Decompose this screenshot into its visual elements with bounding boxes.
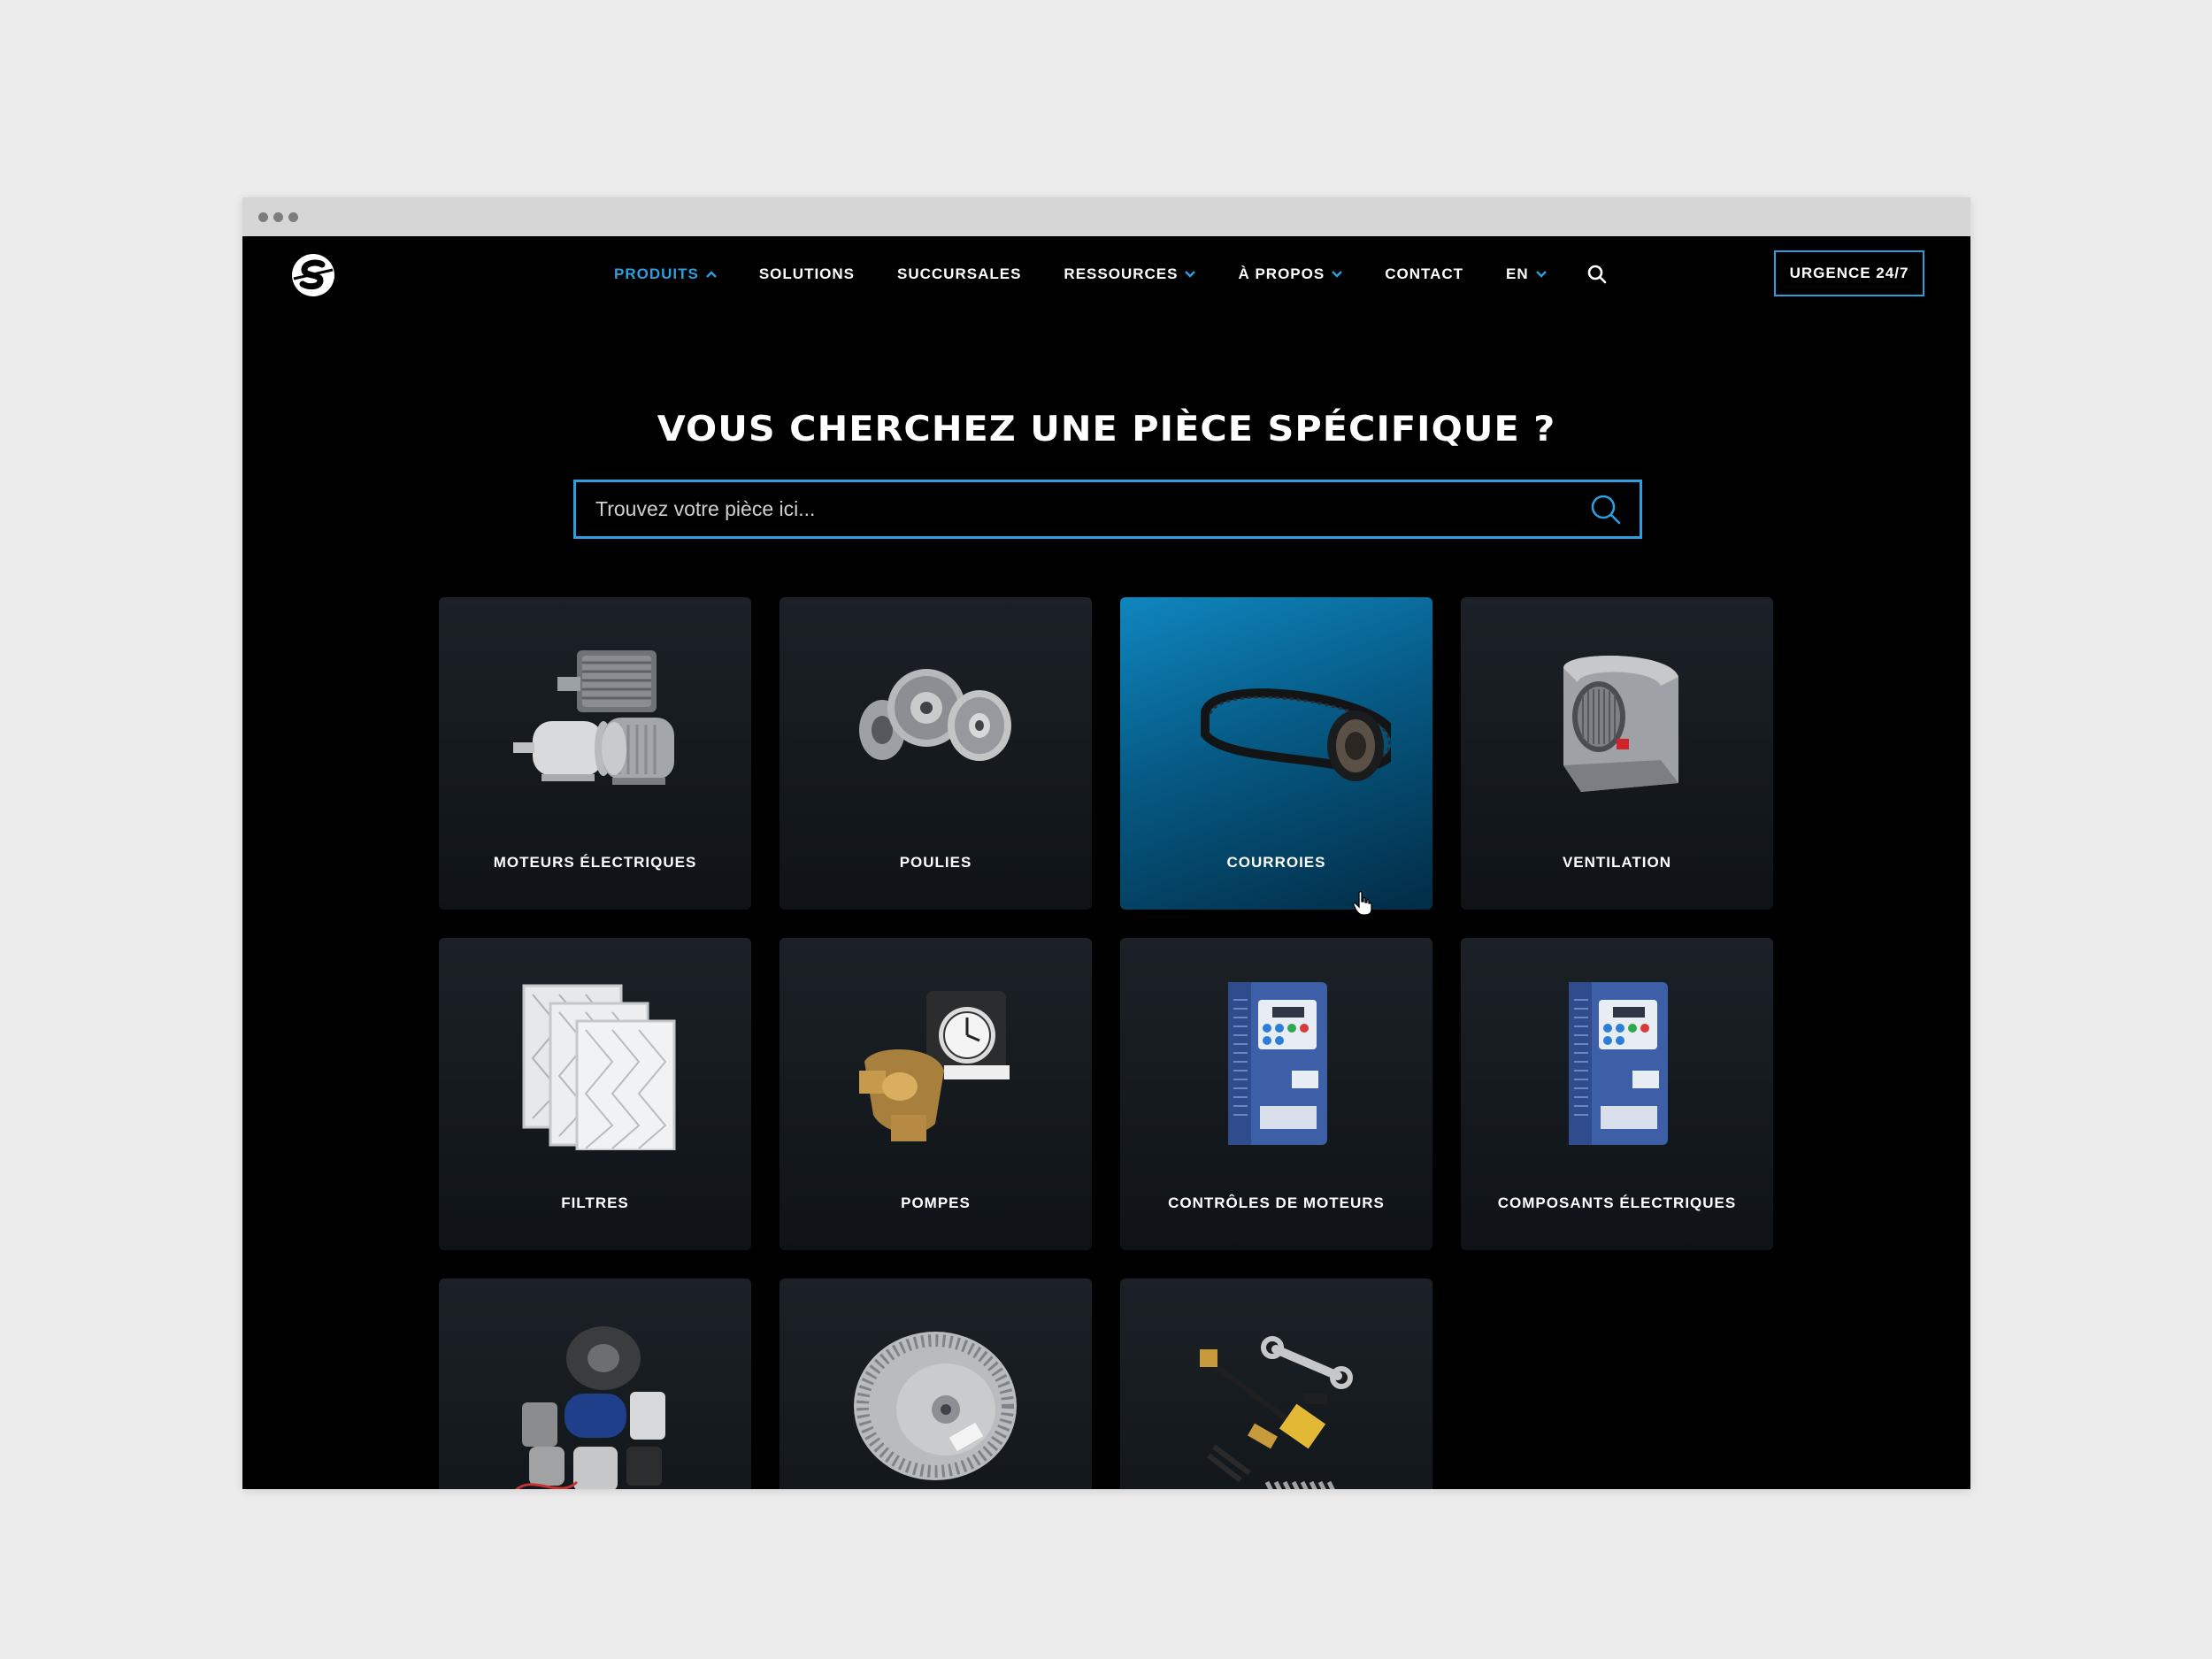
category-card-composants[interactable]: COMPOSANTS ÉLECTRIQUES: [1461, 938, 1773, 1250]
category-grid: MOTEURS ÉLECTRIQUES POULIES COURROIES VE…: [439, 597, 1773, 1489]
window-dot-icon[interactable]: [288, 211, 298, 222]
chevron-down-icon: [1332, 271, 1343, 278]
pumps-image: [859, 991, 1010, 1141]
category-card-poulies[interactable]: POULIES: [780, 597, 1092, 910]
nav-item-ressources[interactable]: RESSOURCES: [1064, 265, 1196, 283]
language-label: EN: [1506, 265, 1529, 282]
search-icon[interactable]: [1588, 492, 1624, 527]
category-card-controles[interactable]: CONTRÔLES DE MOTEURS: [1120, 938, 1432, 1250]
category-label: VENTILATION: [1562, 854, 1672, 871]
nav-item-contact[interactable]: CONTACT: [1385, 265, 1463, 283]
nav-item-label: RESSOURCES: [1064, 265, 1179, 282]
tools-fittings-image: [1200, 1336, 1353, 1489]
chevron-down-icon: [1185, 271, 1196, 278]
hand-cursor-icon: [1353, 891, 1372, 916]
nav-item-label: CONTACT: [1385, 265, 1464, 282]
nav-item-a-propos[interactable]: À PROPOS: [1238, 265, 1343, 283]
nav-item-succursales[interactable]: SUCCURSALES: [897, 265, 1021, 283]
category-label: COMPOSANTS ÉLECTRIQUES: [1497, 1194, 1737, 1211]
urgence-button[interactable]: URGENCE 24/7: [1774, 250, 1924, 296]
language-selector[interactable]: EN: [1506, 265, 1547, 283]
category-label: MOTEURS ÉLECTRIQUES: [493, 854, 697, 871]
main-nav: PRODUITS SOLUTIONS SUCCURSALES RESSOURCE…: [614, 236, 1607, 312]
nav-item-label: À PROPOS: [1238, 265, 1325, 282]
category-label: FILTRES: [561, 1194, 629, 1211]
blower-wheel-image: [854, 1332, 1017, 1480]
web-page: PRODUITS SOLUTIONS SUCCURSALES RESSOURCE…: [242, 236, 1970, 1489]
category-card-blower-wheel[interactable]: [780, 1279, 1092, 1489]
category-card-tools[interactable]: [1120, 1279, 1432, 1489]
browser-title-bar: [242, 197, 1970, 236]
window-dot-icon[interactable]: [258, 211, 268, 222]
part-search-input[interactable]: [576, 496, 1588, 522]
chevron-down-icon: [1535, 271, 1547, 278]
electric-motors-image: [513, 650, 674, 785]
category-label: CONTRÔLES DE MOTEURS: [1168, 1194, 1385, 1211]
category-label: POULIES: [899, 854, 972, 871]
motor-controls-image: [1228, 982, 1327, 1145]
nav-item-label: SUCCURSALES: [897, 265, 1022, 282]
category-card-ventilation[interactable]: VENTILATION: [1461, 597, 1773, 910]
nav-item-produits[interactable]: PRODUITS: [614, 265, 717, 283]
window-dot-icon[interactable]: [273, 211, 283, 222]
motor-capacitors-image: [515, 1326, 665, 1489]
ventilation-image: [1563, 656, 1678, 792]
chevron-up-icon: [705, 271, 717, 278]
category-label: COURROIES: [1226, 854, 1326, 871]
nav-item-label: PRODUITS: [614, 265, 699, 282]
category-card-filtres[interactable]: FILTRES: [439, 938, 751, 1250]
page-title: VOUS CHERCHEZ UNE PIÈCE SPÉCIFIQUE ?: [657, 410, 1556, 449]
filters-image: [522, 984, 676, 1150]
category-label: POMPES: [901, 1194, 971, 1211]
nav-item-label: SOLUTIONS: [758, 265, 856, 282]
nav-item-solutions[interactable]: SOLUTIONS: [759, 265, 855, 283]
pulleys-image: [859, 669, 1011, 761]
brand-logo-icon[interactable]: [290, 252, 336, 298]
browser-window: PRODUITS SOLUTIONS SUCCURSALES RESSOURCE…: [242, 197, 1970, 1489]
category-card-moteurs[interactable]: MOTEURS ÉLECTRIQUES: [439, 597, 751, 910]
category-card-pompes[interactable]: POMPES: [780, 938, 1092, 1250]
part-search-bar: [573, 480, 1642, 539]
electrical-components-image: [1569, 982, 1668, 1145]
belts-image: [1201, 688, 1391, 781]
category-card-capacitors[interactable]: [439, 1279, 751, 1489]
search-icon[interactable]: [1587, 265, 1607, 284]
category-card-courroies[interactable]: COURROIES: [1120, 597, 1432, 910]
